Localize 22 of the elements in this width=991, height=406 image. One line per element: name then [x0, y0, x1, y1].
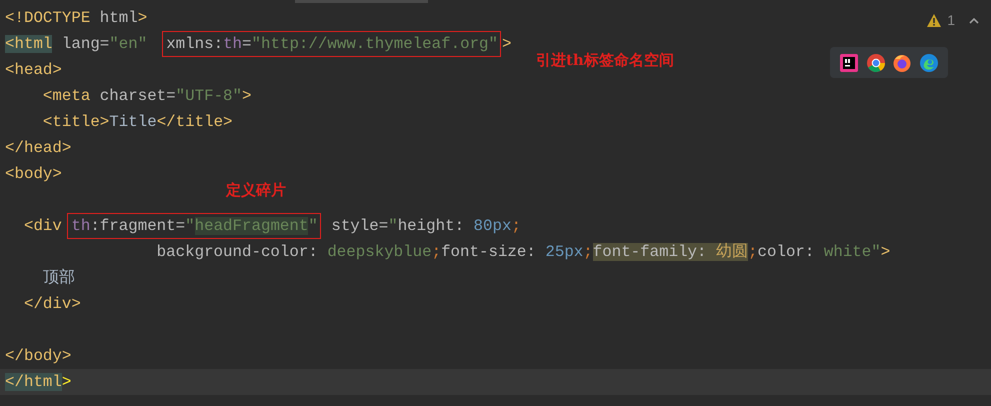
- chevron-up-icon[interactable]: [969, 18, 979, 24]
- code-text: background-color: deepskyblue;font-size: 25px;font-family: 幼圆;color: white">: [156, 243, 890, 261]
- code-text: </head>: [5, 139, 72, 157]
- code-text: <html lang="en": [5, 35, 148, 53]
- annotation-label: 定义碎片: [226, 180, 286, 201]
- code-text: </html>: [5, 373, 72, 391]
- code-text: >: [502, 35, 512, 53]
- code-text: 顶部: [42, 269, 75, 287]
- warning-icon[interactable]: [927, 14, 942, 27]
- code-text: <!DOCTYPE html>: [5, 9, 148, 27]
- code-text: <head>: [5, 61, 62, 79]
- annotation-box: xmlns:th="http://www.thymeleaf.org": [162, 31, 502, 57]
- code-text: style="height: 80px;: [330, 217, 521, 235]
- code-text: </body>: [5, 347, 72, 365]
- code-text: <title>Title</title>: [42, 113, 233, 131]
- annotation-label: 引进th标签命名空间: [536, 50, 674, 71]
- square-logo-icon[interactable]: [840, 54, 858, 72]
- code-text: <body>: [5, 165, 62, 183]
- code-text: <div: [22, 217, 63, 235]
- problem-count: 1: [947, 11, 955, 30]
- code-text: <meta charset="UTF-8">: [42, 87, 252, 105]
- code-text: </div>: [22, 295, 81, 313]
